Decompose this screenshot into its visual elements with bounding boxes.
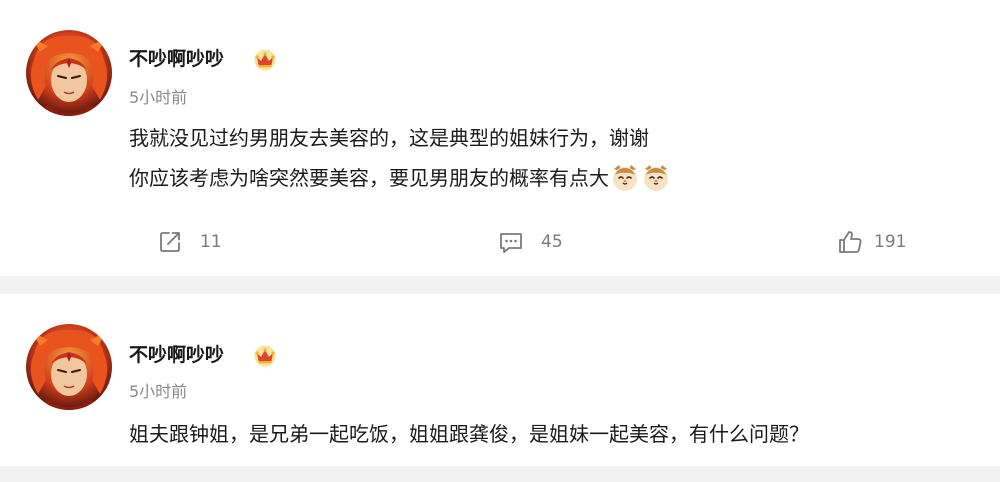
like-count: 191 bbox=[874, 232, 907, 252]
comment-card: 不吵啊吵吵 5小时前 我就没见过约男朋友去美容的，这是典型的姐妹行为，谢谢 你应… bbox=[0, 0, 1000, 276]
cat-emoji-icon bbox=[610, 163, 640, 193]
comment-count: 45 bbox=[541, 232, 563, 252]
share-button[interactable]: 11 bbox=[156, 226, 222, 258]
username[interactable]: 不吵啊吵吵 bbox=[129, 47, 224, 71]
avatar[interactable] bbox=[26, 30, 112, 116]
timestamp: 5小时前 bbox=[129, 88, 188, 107]
separator bbox=[0, 276, 1000, 294]
thumbs-up-icon bbox=[839, 231, 862, 253]
share-icon bbox=[160, 232, 180, 252]
comment-text: 我就没见过约男朋友去美容的，这是典型的姐妹行为，谢谢 你应该考虑为啥突然要美容，… bbox=[129, 118, 671, 198]
cat-emoji-icon bbox=[641, 163, 671, 193]
comment-feed: 不吵啊吵吵 5小时前 我就没见过约男朋友去美容的，这是典型的姐妹行为，谢谢 你应… bbox=[0, 0, 1000, 482]
comment-line: 姐夫跟钟姐，是兄弟一起吃饭，姐姐跟龚俊，是姐妹一起美容，有什么问题？ bbox=[129, 422, 809, 446]
action-bar: 11 45 191 bbox=[0, 226, 1000, 258]
username[interactable]: 不吵啊吵吵 bbox=[129, 343, 224, 367]
comment-card: 不吵啊吵吵 5小时前 姐夫跟钟姐，是兄弟一起吃饭，姐姐跟龚俊，是姐妹一起美容，有… bbox=[0, 294, 1000, 466]
timestamp: 5小时前 bbox=[129, 382, 188, 401]
crown-badge-icon bbox=[253, 49, 277, 71]
separator bbox=[0, 466, 1000, 482]
avatar[interactable] bbox=[26, 324, 112, 410]
share-count: 11 bbox=[200, 232, 222, 252]
comment-button[interactable]: 45 bbox=[497, 226, 563, 258]
crown-badge-icon bbox=[253, 345, 277, 367]
like-button[interactable]: 191 bbox=[836, 226, 906, 258]
comment-line: 我就没见过约男朋友去美容的，这是典型的姐妹行为，谢谢 bbox=[129, 126, 649, 150]
comment-icon bbox=[500, 233, 522, 253]
comment-text: 姐夫跟钟姐，是兄弟一起吃饭，姐姐跟龚俊，是姐妹一起美容，有什么问题？ bbox=[129, 414, 809, 454]
comment-line: 你应该考虑为啥突然要美容，要见男朋友的概率有点大 bbox=[129, 166, 609, 190]
comment-line-with-emoji: 你应该考虑为啥突然要美容，要见男朋友的概率有点大 bbox=[129, 158, 671, 198]
